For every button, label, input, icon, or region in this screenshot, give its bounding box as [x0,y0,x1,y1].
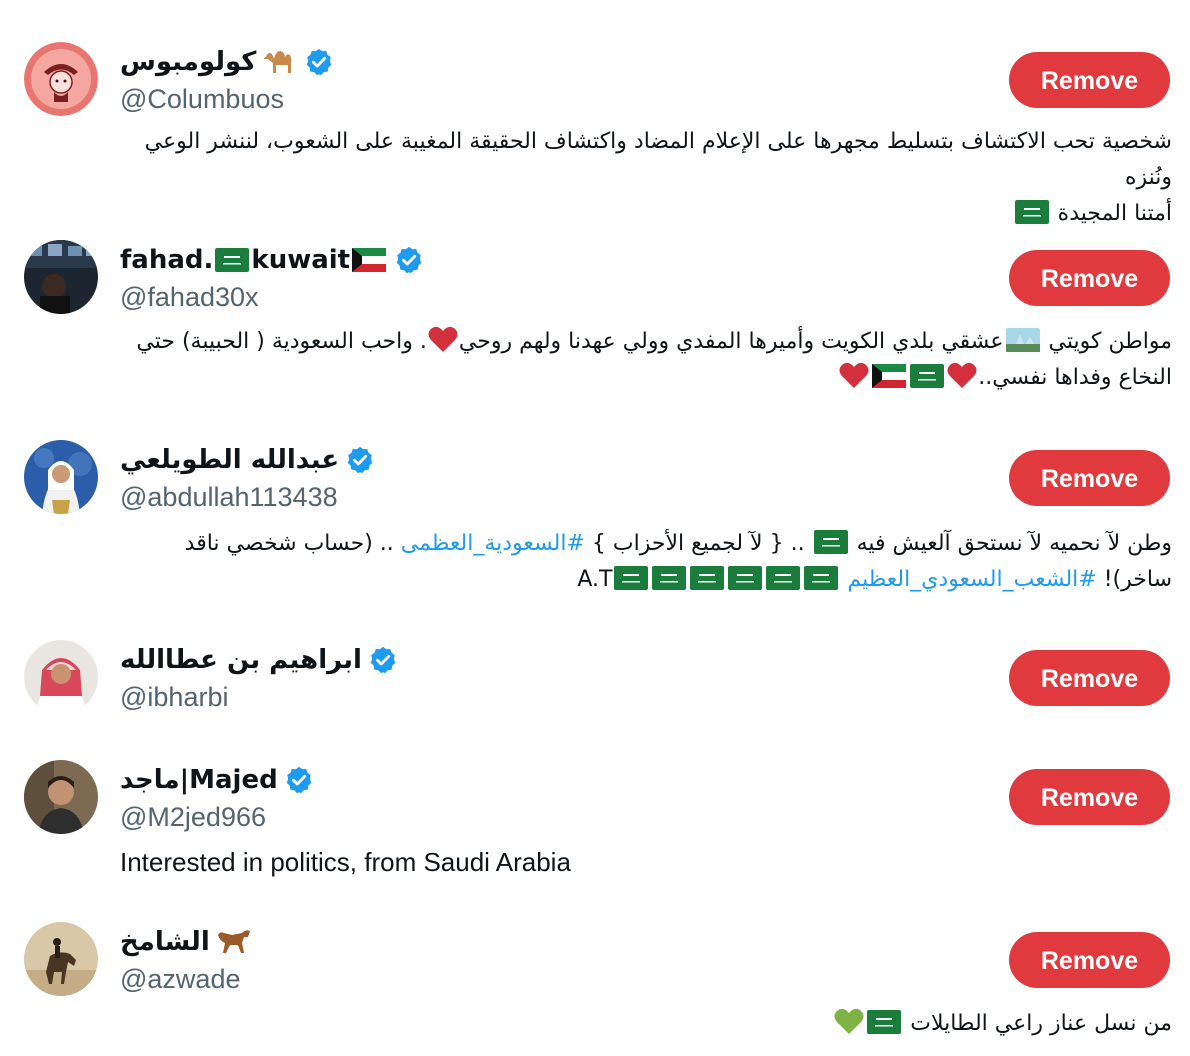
saudi-flag-icon [910,364,945,388]
remove-button[interactable]: Remove [1009,932,1170,988]
name-line: ماجد|Majed [120,762,314,798]
verified-badge-icon [345,445,375,475]
avatar[interactable] [24,42,98,116]
saudi-flag-icon [215,248,250,272]
name-line: الشامخ [120,924,252,960]
name-line: ابراهيم بن عطاالله [120,642,398,678]
remove-button[interactable]: Remove [1009,450,1170,506]
hashtag-link[interactable]: #الشعب_السعودي_العظيم [847,567,1096,592]
name-line: fahad. kuwait [120,242,424,278]
display-name[interactable]: ابراهيم بن عطاالله [120,645,362,675]
display-name[interactable]: ماجد|Majed [120,765,278,795]
handle[interactable]: @Columbuos [120,84,284,115]
handle[interactable]: @ibharbi [120,682,228,713]
avatar[interactable] [24,440,98,514]
bio-line: ساخر)! #الشعب_السعودي_العظيم A.T [577,566,1172,592]
saudi-flag-icon [804,566,839,590]
saudi-flag-icon [766,566,801,590]
handle[interactable]: @fahad30x [120,282,259,313]
remove-button[interactable]: Remove [1009,250,1170,306]
red-heart-icon [428,326,458,353]
camel-emoji-icon [262,45,298,80]
remove-button[interactable]: Remove [1009,52,1170,108]
handle[interactable]: @abdullah113438 [120,482,338,513]
avatar[interactable] [24,922,98,996]
verified-badge-icon [284,765,314,795]
kuwait-flag-icon [872,364,907,388]
saudi-flag-icon [813,530,848,554]
saudi-flag-icon [867,1010,902,1034]
bio: مواطن كويتي عشقي بلدي الكويت وأميرها الم… [120,324,1172,396]
bio: وطن لآ نحميه لآ نستحق آلعيش فيه .. { لآ … [120,526,1172,598]
red-heart-icon [839,362,869,389]
remove-button[interactable]: Remove [1009,650,1170,706]
saudi-flag-icon [1014,200,1049,224]
bio-line: شخصية تحب الاكتشاف بتسليط مجهرها على الإ… [144,129,1172,190]
red-heart-icon [947,362,977,389]
bio: Interested in politics, from Saudi Arabi… [120,847,571,877]
avatar[interactable] [24,240,98,314]
verified-badge-icon [394,245,424,275]
remove-button[interactable]: Remove [1009,769,1170,825]
saudi-flag-icon [690,566,725,590]
bio-line: مواطن كويتي عشقي بلدي الكويت وأميرها الم… [120,324,1172,360]
display-name[interactable]: الشامخ [120,927,210,957]
kuwait-flag-icon [352,248,387,272]
bio-line: أمتنا المجيدة [120,196,1172,232]
bio-line: وطن لآ نحميه لآ نستحق آلعيش فيه .. { لآ … [184,530,1172,556]
kuwait-city-flag-icon [1005,328,1040,352]
handle[interactable]: @azwade [120,964,240,995]
handle[interactable]: @M2jed966 [120,802,266,833]
saudi-flag-icon [652,566,687,590]
verified-badge-icon [304,47,334,77]
display-name[interactable]: fahad. [120,245,213,275]
display-name[interactable]: عبدالله الطويلعي [120,445,339,475]
avatar[interactable] [24,640,98,714]
name-line: كولومبوس [120,44,334,80]
saudi-flag-icon [728,566,763,590]
bio: من نسل عناز راعي الطايلات [120,1006,1172,1042]
horse-emoji-icon [216,925,252,960]
verified-badge-icon [368,645,398,675]
bio-line: من نسل عناز راعي الطايلات [120,1006,1172,1042]
name-line: عبدالله الطويلعي [120,442,375,478]
bio-line: النخاع وفداها نفسي.. [120,360,1172,396]
hashtag-link[interactable]: #السعودية_العظمى [401,531,585,556]
display-name[interactable]: كولومبوس [120,47,256,77]
bio: شخصية تحب الاكتشاف بتسليط مجهرها على الإ… [120,124,1172,232]
green-heart-icon [834,1008,864,1035]
avatar[interactable] [24,760,98,834]
display-name-suffix[interactable]: kuwait [251,245,350,275]
saudi-flag-icon [614,566,649,590]
